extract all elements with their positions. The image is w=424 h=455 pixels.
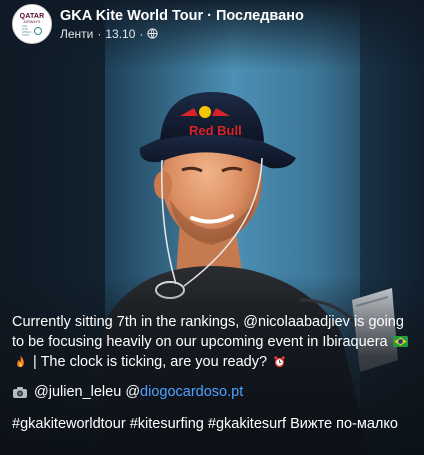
avatar-brand-line2: AIRWAYS <box>23 19 41 24</box>
fire-emoji <box>17 355 24 368</box>
header-text: GKA Kite World Tour · Последвано Ленти · 1… <box>60 7 304 42</box>
post-caption: Currently sitting 7th in the rankings, @… <box>12 312 412 434</box>
meta-separator: · <box>97 26 102 41</box>
caption-paragraph-3: #gkakiteworldtour #kitesurfing #gkakites… <box>12 414 412 434</box>
avatar-seal-ring <box>34 26 42 35</box>
meta-separator-2: · <box>139 26 144 41</box>
hashtag-3[interactable]: #gkakitesurf <box>208 416 286 432</box>
avatar[interactable]: QATAR AIRWAYS GKA KITE WORLD TOUR <box>12 4 52 44</box>
caption-main-text: Currently sitting 7th in the rankings, @… <box>12 314 404 350</box>
feed-label[interactable]: Ленти <box>60 26 93 42</box>
see-less-button[interactable]: Вижте по-малко <box>290 416 398 432</box>
follow-status[interactable]: Последвано <box>216 8 304 24</box>
post-card: Red Bull QATAR AIRWAYS GKA KITE WORLD TO… <box>0 0 424 455</box>
avatar-seal: GKA KITE WORLD TOUR <box>21 24 43 37</box>
meta-row: Ленти · 13.10 · <box>60 26 304 42</box>
caption-tail-text: | The clock is ticking, are you ready? <box>33 354 268 370</box>
credit-mention-2-link[interactable]: diogocardoso.pt <box>140 384 243 400</box>
post-header: QATAR AIRWAYS GKA KITE WORLD TOUR GKA Ki… <box>12 4 304 44</box>
post-date[interactable]: 13.10 <box>105 26 135 42</box>
page-name-link[interactable]: GKA Kite World Tour <box>60 8 203 24</box>
title-separator: · <box>207 7 212 24</box>
brazil-flag-emoji <box>392 336 408 347</box>
hashtag-1[interactable]: #gkakiteworldtour <box>12 416 126 432</box>
globe-icon[interactable] <box>147 28 159 39</box>
alarm-clock-emoji <box>274 356 285 368</box>
caption-paragraph-1: Currently sitting 7th in the rankings, @… <box>12 312 412 372</box>
credit-mention-1[interactable]: @julien_leleu <box>34 382 121 402</box>
hat-logo-text: Red Bull <box>189 123 242 138</box>
camera-icon <box>13 386 27 398</box>
avatar-seal-text: GKA KITE WORLD TOUR <box>22 24 32 37</box>
credit-mention-2[interactable]: @diogocardoso.pt <box>125 382 243 402</box>
hashtag-2[interactable]: #kitesurfing <box>130 416 204 432</box>
caption-paragraph-2: @julien_leleu @diogocardoso.pt <box>12 382 412 402</box>
title-row: GKA Kite World Tour · Последвано <box>60 7 304 25</box>
avatar-brand-line1: QATAR <box>19 12 45 20</box>
